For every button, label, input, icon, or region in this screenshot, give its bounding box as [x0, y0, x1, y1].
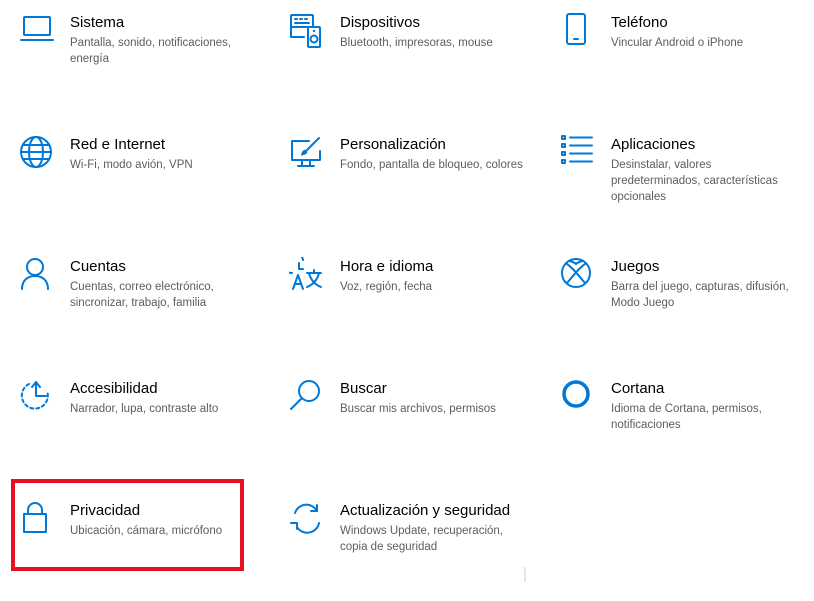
- keyboard-speaker-icon: [289, 13, 325, 49]
- laptop-icon: [19, 13, 55, 49]
- time-language-icon: [289, 257, 325, 293]
- globe-icon: [19, 135, 55, 171]
- accessibility-icon: [19, 379, 55, 415]
- tile-aplicaciones[interactable]: Aplicaciones Desinstalar, valores predet…: [560, 135, 810, 235]
- sync-icon: [289, 501, 325, 537]
- tile-description: Cuentas, correo electrónico, sincronizar…: [70, 281, 214, 309]
- tile-buscar[interactable]: Buscar Buscar mis archivos, permisos: [289, 379, 539, 479]
- tile-title: Personalización: [340, 136, 446, 153]
- tile-hora-e-idioma[interactable]: Hora e idioma Voz, región, fecha: [289, 257, 539, 357]
- tile-title: Accesibilidad: [70, 380, 158, 397]
- tile-description: Narrador, lupa, contraste alto: [70, 403, 219, 415]
- tile-red-e-internet[interactable]: Red e Internet Wi-Fi, modo avión, VPN: [19, 135, 269, 235]
- tile-description: Desinstalar, valores predeterminados, ca…: [611, 159, 778, 203]
- tile-description: Voz, región, fecha: [340, 281, 433, 293]
- tile-title: Cuentas: [70, 258, 126, 275]
- tile-title: Buscar: [340, 380, 387, 397]
- tile-description: Buscar mis archivos, permisos: [340, 403, 496, 415]
- person-icon: [19, 257, 55, 293]
- tile-cuentas[interactable]: Cuentas Cuentas, correo electrónico, sin…: [19, 257, 269, 357]
- paint-monitor-icon: [289, 135, 325, 171]
- tile-description: Fondo, pantalla de bloqueo, colores: [340, 159, 523, 171]
- tile-description: Idioma de Cortana, permisos, notificacio…: [611, 403, 762, 431]
- app-list-icon: [560, 135, 596, 171]
- divider: [524, 567, 526, 582]
- tile-telefono[interactable]: Teléfono Vincular Android o iPhone: [560, 13, 810, 113]
- tile-title: Sistema: [70, 14, 125, 31]
- tile-title: Cortana: [611, 380, 665, 397]
- tile-title: Red e Internet: [70, 136, 166, 153]
- phone-icon: [560, 13, 596, 49]
- tile-title: Teléfono: [611, 14, 668, 31]
- tile-dispositivos[interactable]: Dispositivos Bluetooth, impresoras, mous…: [289, 13, 539, 113]
- cortana-icon: [560, 379, 596, 415]
- tile-description: Wi-Fi, modo avión, VPN: [70, 159, 193, 171]
- tile-description: Ubicación, cámara, micrófono: [70, 525, 223, 537]
- tile-juegos[interactable]: Juegos Barra del juego, capturas, difusi…: [560, 257, 810, 357]
- lock-icon: [19, 501, 55, 537]
- tile-description: Windows Update, recuperación, copia de s…: [340, 525, 503, 553]
- tile-personalizacion[interactable]: Personalización Fondo, pantalla de bloqu…: [289, 135, 539, 235]
- tile-title: Actualización y seguridad: [340, 502, 511, 519]
- tile-title: Hora e idioma: [340, 258, 434, 275]
- tile-description: Barra del juego, capturas, difusión, Mod…: [611, 281, 789, 309]
- tile-description: Bluetooth, impresoras, mouse: [340, 37, 493, 49]
- search-icon: [289, 379, 325, 415]
- tile-actualizacion-y-seguridad[interactable]: Actualización y seguridad Windows Update…: [289, 501, 539, 601]
- xbox-icon: [560, 257, 596, 293]
- tile-cortana[interactable]: Cortana Idioma de Cortana, permisos, not…: [560, 379, 810, 479]
- tile-sistema[interactable]: Sistema Pantalla, sonido, notificaciones…: [19, 13, 269, 113]
- tile-accesibilidad[interactable]: Accesibilidad Narrador, lupa, contraste …: [19, 379, 269, 479]
- tile-description: Vincular Android o iPhone: [611, 37, 744, 49]
- tile-title: Juegos: [611, 258, 660, 275]
- tile-title: Aplicaciones: [611, 136, 696, 153]
- tile-title: Dispositivos: [340, 14, 421, 31]
- tile-privacidad[interactable]: Privacidad Ubicación, cámara, micrófono: [19, 501, 269, 601]
- tile-title: Privacidad: [70, 502, 141, 519]
- tile-description: Pantalla, sonido, notificaciones, energí…: [70, 37, 232, 65]
